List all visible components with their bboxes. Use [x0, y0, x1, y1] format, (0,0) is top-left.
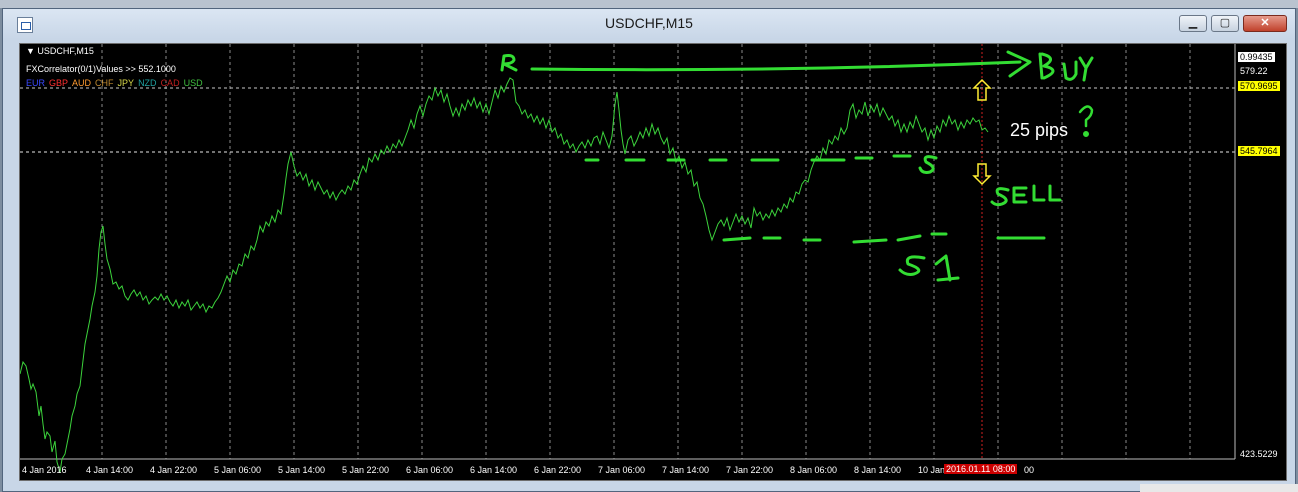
desktop-bottom-strip [1140, 484, 1298, 492]
annotation-buy-b [1038, 52, 1055, 80]
indicator-label: FXCorrelator(0/1)Values >> 552.1000 [26, 64, 176, 74]
time-label: 4 Jan 2016 [22, 465, 67, 475]
annotation-sell-e [1012, 186, 1028, 204]
time-label: 7 Jan 14:00 [662, 465, 710, 475]
price-label-low: 423.5229 [1240, 449, 1278, 459]
currency-cad: CAD [160, 78, 180, 88]
minimize-button[interactable]: ▁ [1179, 15, 1207, 32]
price-chart[interactable]: ▼ USDCHF,M15 FXCorrelator(0/1)Values >> … [19, 43, 1287, 481]
time-label: 4 Jan 22:00 [150, 465, 198, 475]
price-label-current: 545.7964 [1238, 146, 1280, 156]
currency-gbp: GBP [49, 78, 69, 88]
chart-grid [101, 44, 1191, 459]
currency-eur: EUR [26, 78, 46, 88]
annotation-question [1078, 105, 1094, 128]
time-label: 10 Jan [918, 465, 946, 475]
maximize-button[interactable]: ▢ [1211, 15, 1239, 32]
time-label: 5 Jan 22:00 [342, 465, 390, 475]
close-button[interactable]: ✕ [1243, 15, 1287, 32]
symbol-label: ▼ USDCHF,M15 [26, 46, 94, 56]
time-label: 8 Jan 14:00 [854, 465, 902, 475]
buy-arrow-head [1006, 50, 1032, 78]
annotation-buy-u [1062, 60, 1078, 81]
currency-nzd: NZD [138, 78, 157, 88]
annotation-sell-s [990, 187, 1010, 207]
annotation-s1-s [898, 255, 926, 276]
resistance-line [530, 60, 1022, 72]
time-label: 4 Jan 14:00 [86, 465, 134, 475]
annotation-r-mark [500, 54, 518, 72]
currency-chf: CHF [95, 78, 114, 88]
time-label: 7 Jan 22:00 [726, 465, 774, 475]
desktop-top-strip [0, 0, 1298, 8]
time-label: 6 Jan 22:00 [534, 465, 582, 475]
price-label-high: 579.22 [1240, 66, 1268, 76]
chart-canvas[interactable] [20, 44, 1288, 482]
annotation-s1-one [934, 254, 960, 282]
annotation-sell-l1 [1032, 184, 1046, 202]
price-label-top: 0.99435 [1238, 52, 1275, 62]
window-title: USDCHF,M15 [605, 15, 693, 31]
time-label-trailing: 00 [1024, 465, 1035, 475]
time-label: 5 Jan 06:00 [214, 465, 262, 475]
annotation-pips: 25 pips [1010, 120, 1069, 140]
support1-dashed-line [722, 232, 1046, 244]
time-label: 6 Jan 14:00 [470, 465, 518, 475]
price-label-upper-level: 570.9695 [1238, 81, 1280, 91]
support-dashed-line [584, 154, 912, 162]
chart-window[interactable]: USDCHF,M15 ▁ ▢ ✕ ▼ USDCHF,M15 FXCorrelat… [2, 8, 1296, 492]
currency-jpy: JPY [117, 78, 135, 88]
annotation-buy-y [1078, 56, 1094, 82]
time-label-highlight: 2016.01.11 08:00 [944, 464, 1018, 474]
time-label: 7 Jan 06:00 [598, 465, 646, 475]
usd-series-line [20, 77, 989, 473]
annotation-sell-l2 [1048, 184, 1062, 202]
currency-usd: USD [183, 78, 203, 88]
currency-aud: AUD [72, 78, 92, 88]
time-label: 8 Jan 06:00 [790, 465, 838, 475]
time-label: 5 Jan 14:00 [278, 465, 326, 475]
currency-legend: EUR GBP AUD CHF JPY NZD CAD USD [26, 78, 207, 88]
time-label: 6 Jan 06:00 [406, 465, 454, 475]
annotation-question-dot [1083, 131, 1089, 137]
